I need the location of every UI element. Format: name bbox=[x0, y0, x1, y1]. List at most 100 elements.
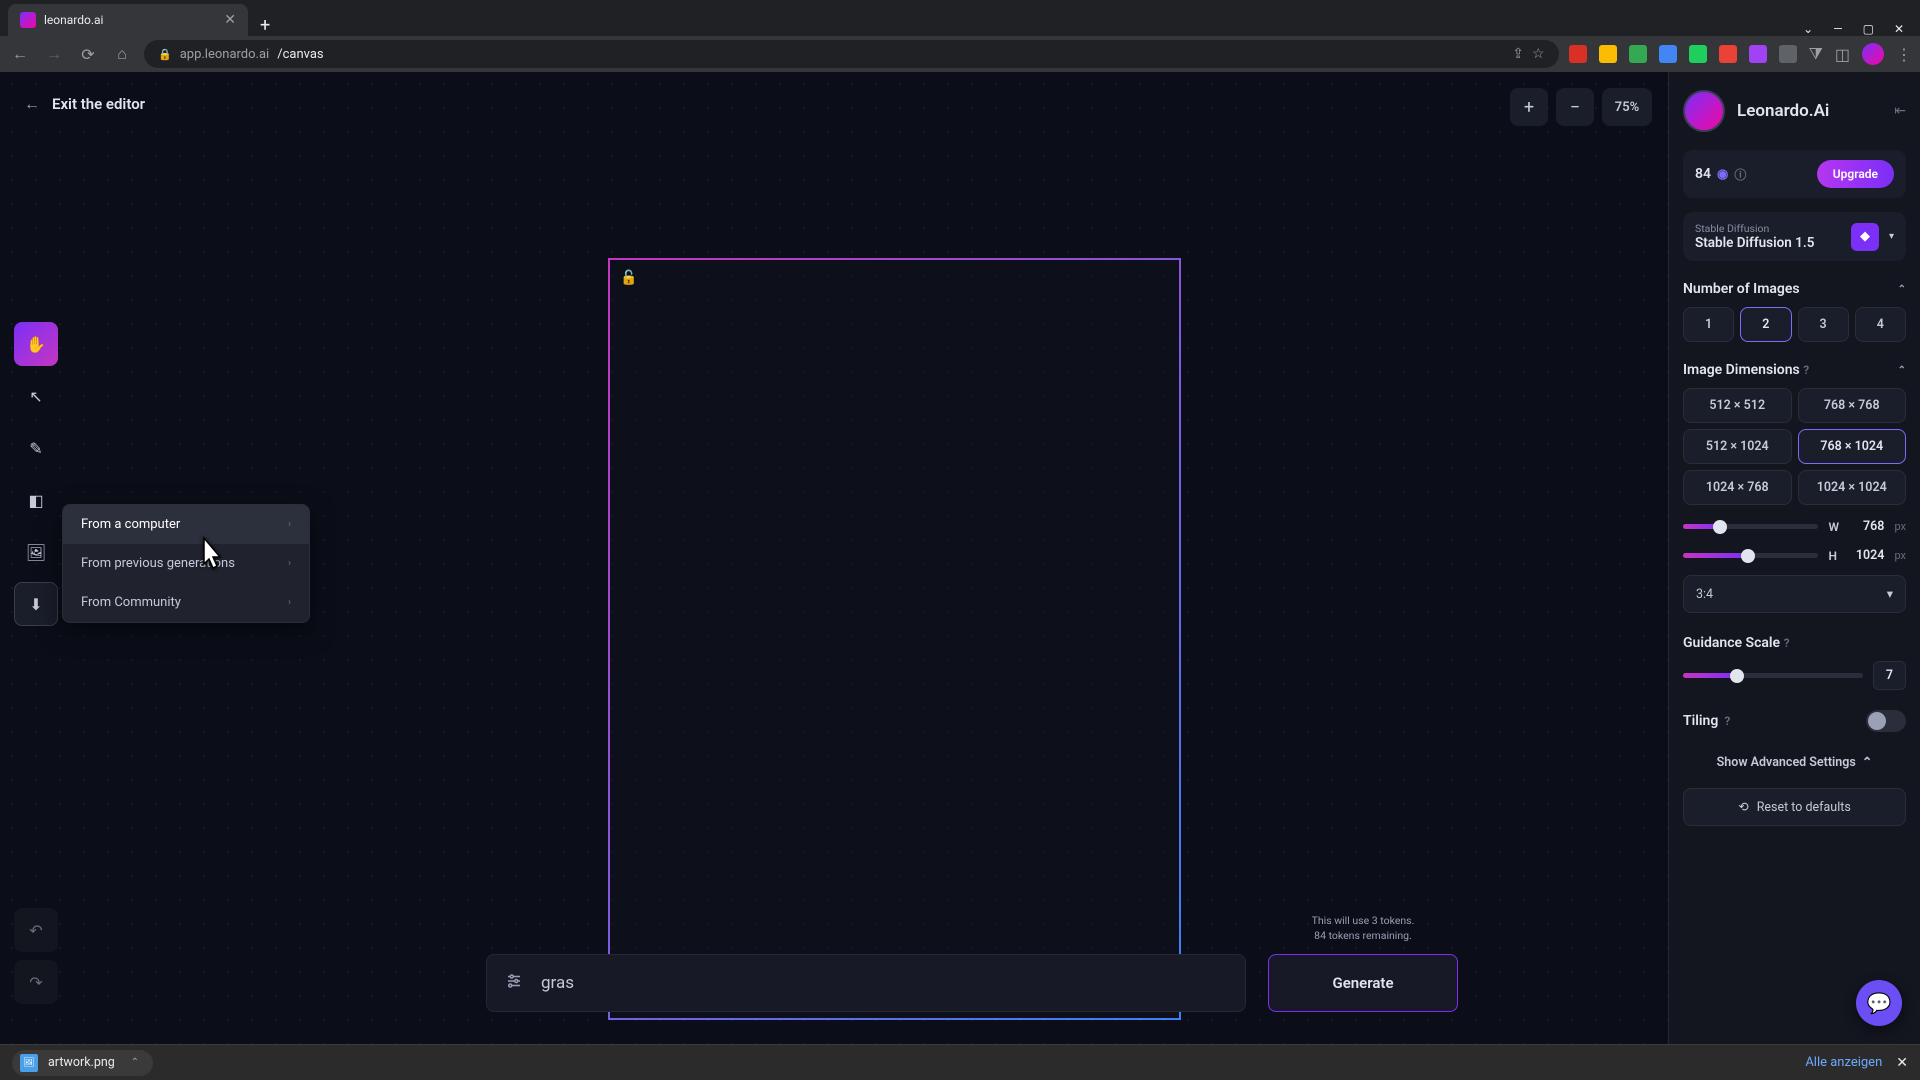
section-dimensions: Image Dimensions ? ⌃ bbox=[1683, 362, 1906, 378]
tiling-toggle[interactable] bbox=[1866, 710, 1906, 732]
nav-reload-button[interactable]: ⟳ bbox=[76, 45, 100, 64]
tab-close-icon[interactable]: ✕ bbox=[224, 12, 236, 28]
profile-avatar-icon[interactable] bbox=[1862, 43, 1884, 65]
url-host: app.leonardo.ai bbox=[180, 47, 270, 62]
browser-menu-icon[interactable]: ⋮ bbox=[1896, 45, 1912, 64]
download-item[interactable]: 🖼 artwork.png ⌃ bbox=[12, 1050, 153, 1076]
window-minimize-button[interactable]: — bbox=[1833, 22, 1842, 36]
browser-tab[interactable]: leonardo.ai ✕ bbox=[8, 4, 248, 36]
generate-button[interactable]: Generate bbox=[1268, 954, 1458, 1012]
generation-frame[interactable]: 🔓 bbox=[608, 258, 1181, 1020]
width-value: 768 bbox=[1852, 519, 1884, 534]
share-icon[interactable]: ⇪ bbox=[1512, 46, 1524, 62]
chat-support-button[interactable]: 💬 bbox=[1856, 980, 1902, 1026]
extensions-puzzle-icon[interactable]: ⧩ bbox=[1809, 44, 1823, 64]
info-icon[interactable]: ? bbox=[1724, 714, 1730, 728]
exit-editor-label: Exit the editor bbox=[52, 95, 145, 113]
dim-1024x1024[interactable]: 1024 × 1024 bbox=[1798, 470, 1907, 505]
chevron-up-icon[interactable]: ⌃ bbox=[1898, 284, 1906, 295]
extension-icon[interactable] bbox=[1569, 45, 1587, 63]
chevron-up-icon[interactable]: ⌃ bbox=[1898, 365, 1906, 376]
num-images-3[interactable]: 3 bbox=[1798, 307, 1849, 342]
redo-button[interactable]: ↷ bbox=[14, 960, 58, 1004]
chevron-right-icon: › bbox=[288, 558, 291, 569]
window-maximize-button[interactable]: ▢ bbox=[1863, 22, 1874, 36]
section-guidance: Guidance Scale ? bbox=[1683, 635, 1906, 651]
extension-icon[interactable] bbox=[1689, 45, 1707, 63]
extension-icon[interactable] bbox=[1629, 45, 1647, 63]
undo-button[interactable]: ↶ bbox=[14, 908, 58, 952]
dim-512x1024[interactable]: 512 × 1024 bbox=[1683, 429, 1792, 464]
dim-768x1024[interactable]: 768 × 1024 bbox=[1798, 429, 1907, 464]
nav-forward-button[interactable]: → bbox=[42, 44, 66, 64]
menu-item-from-previous[interactable]: From previous generations › bbox=[63, 544, 309, 583]
collapse-panel-icon[interactable]: ⇤ bbox=[1894, 103, 1906, 119]
extension-icon[interactable] bbox=[1659, 45, 1677, 63]
unlock-icon[interactable]: 🔓 bbox=[620, 270, 637, 286]
browser-address-bar: ← → ⟳ ⌂ 🔒 app.leonardo.ai/canvas ⇪ ☆ ⧩ ◫… bbox=[0, 36, 1920, 72]
left-toolbar: ✋ ↖ ✎ ◧ 🖼 ⬇ bbox=[14, 322, 58, 626]
prompt-settings-icon[interactable] bbox=[505, 972, 523, 994]
side-panel-icon[interactable]: ◫ bbox=[1835, 45, 1850, 64]
menu-item-from-community[interactable]: From Community › bbox=[63, 583, 309, 622]
upload-source-menu: From a computer › From previous generati… bbox=[62, 504, 310, 623]
menu-item-from-computer[interactable]: From a computer › bbox=[63, 505, 309, 544]
model-selector[interactable]: Stable Diffusion Stable Diffusion 1.5 ◆ … bbox=[1683, 212, 1906, 261]
reset-defaults-button[interactable]: ⟲ Reset to defaults bbox=[1683, 788, 1906, 826]
hand-icon: ✋ bbox=[26, 335, 46, 354]
info-icon[interactable]: ? bbox=[1803, 363, 1809, 377]
dim-512x512[interactable]: 512 × 512 bbox=[1683, 388, 1792, 423]
zoom-value[interactable]: 75% bbox=[1602, 88, 1652, 126]
chevron-up-icon[interactable]: ⌃ bbox=[131, 1057, 139, 1068]
dim-768x768[interactable]: 768 × 768 bbox=[1798, 388, 1907, 423]
new-tab-button[interactable]: + bbox=[248, 15, 282, 36]
tool-erase[interactable]: ◧ bbox=[14, 478, 58, 522]
num-images-2[interactable]: 2 bbox=[1740, 307, 1791, 342]
px-unit: px bbox=[1894, 520, 1906, 533]
section-num-images: Number of Images ⌃ bbox=[1683, 281, 1906, 297]
show-all-downloads-link[interactable]: Alle anzeigen bbox=[1805, 1055, 1882, 1070]
nav-home-button[interactable]: ⌂ bbox=[110, 44, 134, 64]
close-download-shelf-button[interactable]: ✕ bbox=[1896, 1055, 1908, 1071]
chevron-right-icon: › bbox=[288, 519, 291, 530]
px-unit: px bbox=[1894, 549, 1906, 562]
tool-download[interactable]: ⬇ bbox=[14, 582, 58, 626]
zoom-out-button[interactable]: − bbox=[1556, 88, 1594, 126]
width-slider-row: W 768 px bbox=[1683, 519, 1906, 534]
guidance-slider[interactable] bbox=[1683, 673, 1863, 678]
dimension-presets: 512 × 512 768 × 768 512 × 1024 768 × 102… bbox=[1683, 388, 1906, 505]
tool-pan[interactable]: ✋ bbox=[14, 322, 58, 366]
chevron-down-icon: ▾ bbox=[1889, 231, 1894, 242]
bookmark-star-icon[interactable]: ☆ bbox=[1532, 46, 1545, 62]
url-path: /canvas bbox=[277, 47, 323, 62]
nav-back-button[interactable]: ← bbox=[8, 44, 32, 64]
extension-icon[interactable] bbox=[1779, 45, 1797, 63]
chevron-down-icon[interactable]: ⌄ bbox=[1803, 22, 1813, 36]
model-name: Stable Diffusion 1.5 bbox=[1695, 235, 1841, 251]
dim-1024x768[interactable]: 1024 × 768 bbox=[1683, 470, 1792, 505]
upgrade-button[interactable]: Upgrade bbox=[1817, 160, 1894, 188]
show-advanced-link[interactable]: Show Advanced Settings ⌃ bbox=[1683, 754, 1906, 770]
model-sublabel: Stable Diffusion bbox=[1695, 222, 1841, 235]
tool-select[interactable]: ↖ bbox=[14, 374, 58, 418]
extension-icon[interactable] bbox=[1719, 45, 1737, 63]
url-bar[interactable]: 🔒 app.leonardo.ai/canvas ⇪ ☆ bbox=[144, 40, 1559, 68]
window-close-button[interactable]: ✕ bbox=[1894, 22, 1904, 36]
tool-upload-image[interactable]: 🖼 bbox=[14, 530, 58, 574]
prompt-input[interactable] bbox=[541, 973, 1227, 993]
width-slider[interactable] bbox=[1683, 524, 1818, 529]
zoom-in-button[interactable]: + bbox=[1510, 88, 1548, 126]
height-slider[interactable] bbox=[1683, 553, 1818, 558]
info-icon[interactable]: ? bbox=[1784, 636, 1790, 650]
cursor-icon: ↖ bbox=[29, 387, 42, 406]
credits-row: 84 ◉ ⓘ Upgrade bbox=[1683, 150, 1906, 198]
info-icon[interactable]: ⓘ bbox=[1734, 166, 1746, 183]
chevron-down-icon: ▾ bbox=[1887, 586, 1893, 602]
exit-editor-button[interactable]: ← Exit the editor bbox=[24, 94, 145, 114]
num-images-1[interactable]: 1 bbox=[1683, 307, 1734, 342]
aspect-ratio-select[interactable]: 3:4 ▾ bbox=[1683, 575, 1906, 613]
tool-draw[interactable]: ✎ bbox=[14, 426, 58, 470]
num-images-4[interactable]: 4 bbox=[1855, 307, 1906, 342]
extension-icon[interactable] bbox=[1599, 45, 1617, 63]
extension-icon[interactable] bbox=[1749, 45, 1767, 63]
